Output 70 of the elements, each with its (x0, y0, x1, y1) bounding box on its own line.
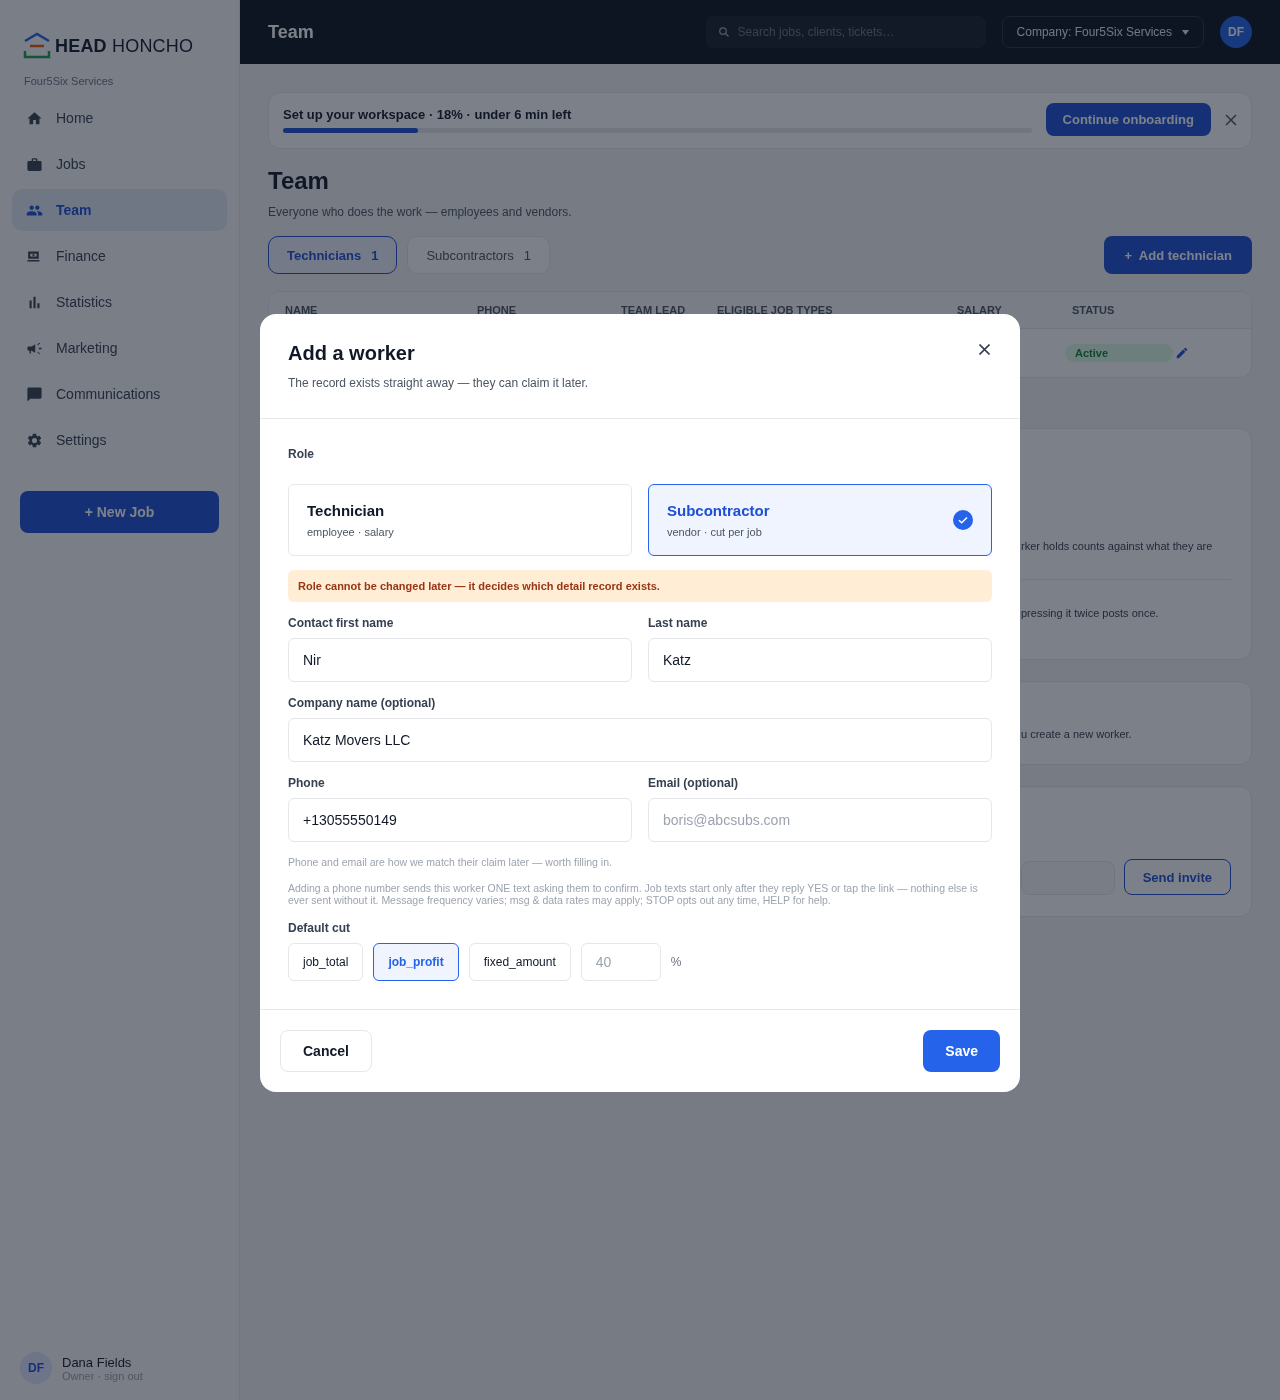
card-text: u create a new worker. (1021, 728, 1133, 740)
page-header-title: Team (268, 21, 315, 43)
home-icon (26, 109, 43, 127)
column-header: ELIGIBLE JOB TYPES (717, 304, 834, 316)
user-avatar[interactable]: DF (1220, 16, 1252, 48)
input-field[interactable]: Nir (288, 638, 632, 682)
card-text: rker holds counts against what they are (1021, 540, 1214, 552)
close-icon[interactable] (979, 344, 990, 355)
role-option[interactable]: Subcontractor vendor · cut per job (648, 484, 992, 556)
hint-text: Phone and email are how we match their claim later — worth filling in. (288, 856, 613, 868)
unit-label: % (670, 955, 682, 969)
field-label: Company name (optional) (288, 696, 437, 710)
logo-wordmark: HEAD HONCHO (55, 35, 194, 57)
column-header: NAME (285, 304, 319, 316)
card-text: pressing it twice posts once. (1021, 607, 1160, 619)
field-label: Contact first name (288, 616, 395, 630)
nav-item[interactable]: Marketing (12, 327, 227, 369)
logo-icon (22, 31, 52, 61)
check-icon (953, 510, 973, 530)
tab[interactable]: Subcontractors 1 (407, 236, 551, 274)
nav-item[interactable]: Jobs (12, 143, 227, 185)
nav-item[interactable]: Team (12, 189, 227, 231)
input-field[interactable]: boris@abcsubs.com (648, 798, 992, 842)
input-field[interactable] (1021, 861, 1115, 895)
chat-bubble-icon (26, 385, 43, 403)
field-label: Phone (288, 776, 326, 790)
column-header: SALARY (957, 304, 1003, 316)
add-technician-button[interactable]: + Add technician (1104, 236, 1252, 274)
modal-title: Add a worker (288, 342, 415, 365)
nav-item[interactable]: Statistics (12, 281, 227, 323)
input-field[interactable]: +13055550149 (288, 798, 632, 842)
tab[interactable]: Technicians 1 (268, 236, 398, 274)
nav-item[interactable]: Home (12, 97, 227, 139)
page-title: Team (268, 167, 330, 195)
status-badge: Active (1065, 344, 1173, 362)
continue-onboarding-button[interactable]: Continue onboarding (1045, 103, 1211, 136)
column-header: STATUS (1072, 304, 1116, 316)
caret-icon (1182, 29, 1189, 35)
field-label: Last name (648, 616, 709, 630)
company-name: Four5Six Services (24, 75, 115, 87)
amount-field[interactable]: 40 (580, 943, 661, 981)
nav-item[interactable]: Finance (12, 235, 227, 277)
user-name: Dana Fields (62, 1354, 133, 1370)
field-label: Email (optional) (648, 776, 739, 790)
consent-text: Adding a phone number sends this worker ONE text asking them to confirm. Job texts start only after they reply YES or tap the link — nothing else is ever sent without it. Message frequency varies; msg & data rates may apply; STOP opts out any time, HELP for help. (288, 882, 979, 906)
settings-icon (26, 431, 43, 449)
company-dropdown[interactable]: Company: Four5Six Services (1001, 16, 1204, 48)
page-subtitle: Everyone who does the work — employees and vendors. (268, 205, 573, 219)
input-field[interactable]: Katz Movers LLC (288, 718, 992, 762)
onboarding-progress-text: Set up your workspace · 18% · under 6 min left (283, 106, 573, 122)
role-option[interactable]: Technician employee · salary (288, 484, 632, 556)
send-invite-button[interactable]: Send invite (1123, 859, 1231, 895)
cut-option[interactable]: job_total (288, 943, 364, 981)
new-job-button[interactable]: + New Job (20, 491, 219, 533)
modal-subtitle: The record exists straight away — they can claim it later. (288, 376, 590, 390)
column-header: PHONE (477, 304, 518, 316)
column-header: TEAM LEAD (621, 304, 687, 316)
cancel-button[interactable]: Cancel (280, 1030, 372, 1072)
nav-item[interactable]: Communications (12, 373, 227, 415)
section-label: Role (288, 447, 315, 461)
cut-option[interactable]: fixed_amount (468, 943, 571, 981)
pencil-icon[interactable] (1175, 346, 1189, 360)
user-avatar: DF (20, 1352, 52, 1384)
nav-item[interactable]: Settings (12, 419, 227, 461)
briefcase-icon (26, 155, 43, 173)
input-field[interactable]: Katz (648, 638, 992, 682)
cut-option[interactable]: job_profit (373, 943, 459, 981)
warning-message: Role cannot be changed later — it decides which detail record exists. (288, 570, 992, 602)
field-label: Default cut (288, 921, 351, 935)
save-button[interactable]: Save (923, 1030, 1000, 1072)
